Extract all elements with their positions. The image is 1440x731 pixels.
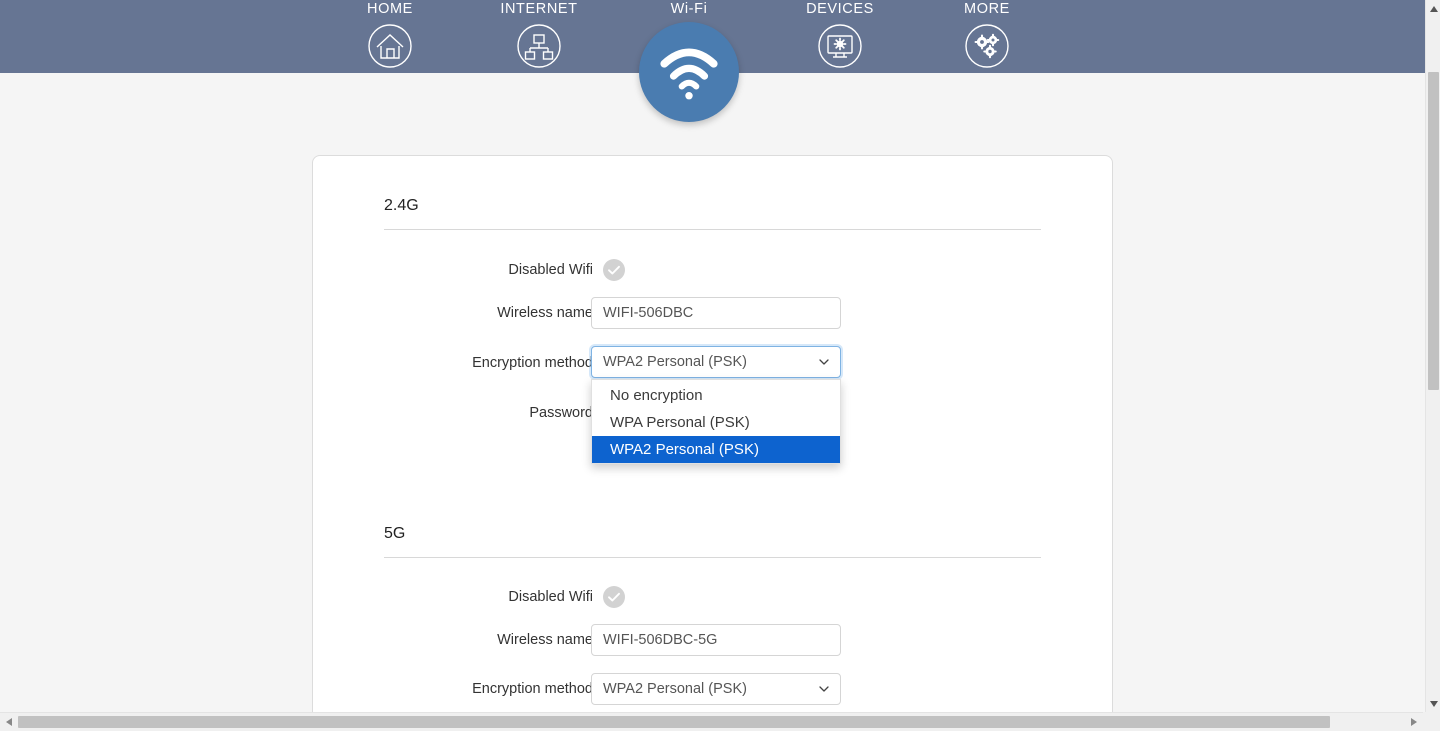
nav-label-more: MORE <box>964 1 1010 17</box>
section-title-24g: 2.4G <box>384 197 419 214</box>
dropdown-option-wpa-personal[interactable]: WPA Personal (PSK) <box>592 409 840 436</box>
scroll-left-arrow-icon[interactable] <box>0 713 17 731</box>
dropdown-option-no-encryption[interactable]: No encryption <box>592 382 840 409</box>
dropdown-option-wpa2-personal[interactable]: WPA2 Personal (PSK) <box>592 436 840 463</box>
nav-item-internet[interactable]: INTERNET <box>474 0 604 73</box>
chevron-down-icon <box>819 357 829 367</box>
scroll-right-arrow-icon[interactable] <box>1405 713 1422 731</box>
vertical-scrollbar-thumb[interactable] <box>1428 72 1439 390</box>
scrollbar-corner <box>1423 712 1440 731</box>
nav-label-internet: INTERNET <box>500 1 578 17</box>
nav-item-home[interactable]: HOME <box>325 0 455 73</box>
chevron-down-icon <box>819 684 829 694</box>
label-disabled-wifi-5g: Disabled Wifi <box>508 589 593 605</box>
horizontal-scrollbar[interactable] <box>0 712 1440 731</box>
encryption-method-value-5g: WPA2 Personal (PSK) <box>603 681 747 697</box>
home-icon <box>366 22 414 70</box>
disabled-wifi-toggle-5g[interactable] <box>603 586 625 608</box>
label-encryption-method-5g: Encryption method <box>472 681 593 697</box>
page-viewport: HOME INTERNET Wi-Fi DEVICES MORE 2.4G Di… <box>0 0 1425 712</box>
disabled-wifi-toggle-24g[interactable] <box>603 259 625 281</box>
encryption-method-select-24g[interactable]: WPA2 Personal (PSK) <box>591 346 841 378</box>
nav-item-wifi[interactable]: Wi-Fi <box>624 0 754 130</box>
nav-item-more[interactable]: MORE <box>922 0 1052 73</box>
vertical-scrollbar[interactable] <box>1425 0 1440 712</box>
wifi-icon <box>639 22 739 122</box>
wifi-settings-card: 2.4G Disabled Wifi Wireless name Encrypt… <box>312 155 1113 712</box>
nav-label-wifi: Wi-Fi <box>670 1 708 17</box>
label-encryption-method-24g: Encryption method <box>472 355 593 371</box>
label-wireless-name-5g: Wireless name <box>497 632 593 648</box>
top-navigation-bar: HOME INTERNET Wi-Fi DEVICES MORE <box>0 0 1425 122</box>
section-divider-24g <box>384 229 1041 230</box>
label-wireless-name-24g: Wireless name <box>497 305 593 321</box>
nav-item-devices[interactable]: DEVICES <box>775 0 905 73</box>
scroll-down-arrow-icon[interactable] <box>1426 695 1440 712</box>
section-title-5g: 5G <box>384 525 406 542</box>
nav-label-devices: DEVICES <box>806 1 874 17</box>
section-divider-5g <box>384 557 1041 558</box>
nav-label-home: HOME <box>367 1 413 17</box>
encryption-method-dropdown-24g[interactable]: No encryption WPA Personal (PSK) WPA2 Pe… <box>591 379 841 464</box>
scroll-up-arrow-icon[interactable] <box>1426 0 1440 17</box>
label-password-24g: Password <box>529 405 593 421</box>
check-icon <box>608 592 620 602</box>
network-icon <box>515 22 563 70</box>
horizontal-scrollbar-thumb[interactable] <box>18 716 1330 728</box>
wireless-name-input-5g[interactable] <box>591 624 841 656</box>
check-icon <box>608 265 620 275</box>
encryption-method-select-5g[interactable]: WPA2 Personal (PSK) <box>591 673 841 705</box>
gears-icon <box>963 22 1011 70</box>
wireless-name-input-24g[interactable] <box>591 297 841 329</box>
monitor-gear-icon <box>816 22 864 70</box>
encryption-method-value-24g: WPA2 Personal (PSK) <box>603 354 747 370</box>
label-disabled-wifi-24g: Disabled Wifi <box>508 262 593 278</box>
